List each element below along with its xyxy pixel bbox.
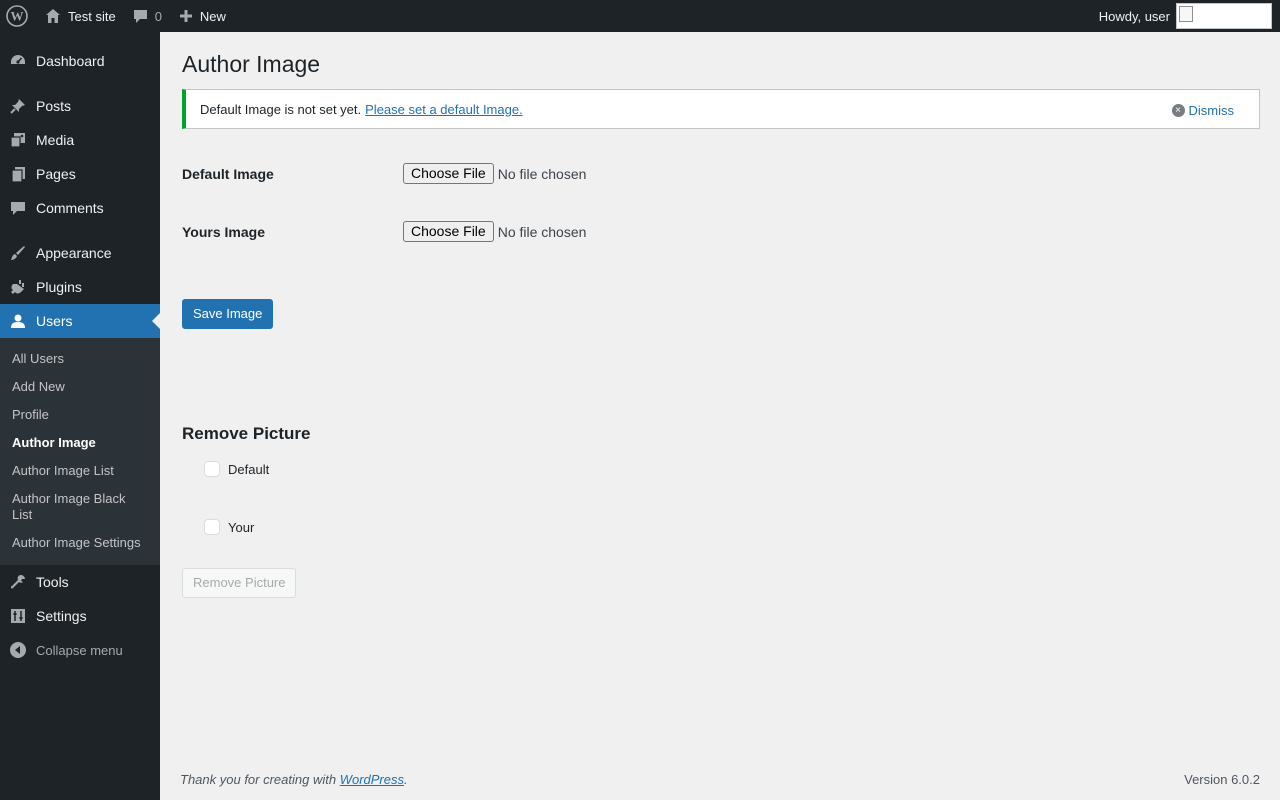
menu-label-comments: Comments (36, 200, 104, 216)
menu-item-appearance[interactable]: Appearance (0, 236, 160, 270)
menu-item-pages[interactable]: Pages (0, 157, 160, 191)
remove-default-option: Default (204, 461, 269, 477)
users-submenu: All Users Add New Profile Author Image A… (0, 338, 160, 565)
comment-icon (132, 8, 149, 25)
admin-bar: W Test site 0 New Howdy, user (0, 0, 1280, 32)
settings-icon (8, 606, 28, 626)
avatar[interactable] (1176, 3, 1272, 29)
wordpress-logo-button[interactable]: W (0, 0, 36, 32)
comments-count: 0 (154, 8, 162, 24)
menu-label-users: Users (36, 313, 73, 329)
footer-version: Version 6.0.2 (1184, 772, 1260, 787)
collapse-menu-button[interactable]: Collapse menu (0, 633, 160, 667)
collapse-arrow-icon (8, 640, 28, 660)
menu-label-settings: Settings (36, 608, 87, 624)
menu-label-plugins: Plugins (36, 279, 82, 295)
remove-default-checkbox[interactable] (204, 461, 220, 477)
menu-item-tools[interactable]: Tools (0, 565, 160, 599)
page-title: Author Image (182, 51, 321, 77)
paintbrush-icon (8, 243, 28, 263)
menu-item-settings[interactable]: Settings (0, 599, 160, 633)
menu-label-appearance: Appearance (36, 245, 112, 261)
default-image-row: Default Image Choose File No file chosen (182, 163, 586, 184)
remove-picture-heading: Remove Picture (182, 424, 311, 443)
menu-label-dashboard: Dashboard (36, 53, 105, 69)
pin-icon (8, 96, 28, 116)
menu-label-posts: Posts (36, 98, 72, 114)
submenu-item-author-image-settings[interactable]: Author Image Settings (0, 529, 160, 557)
new-label: New (199, 8, 226, 24)
comment-icon (8, 198, 28, 218)
submenu-item-profile[interactable]: Profile (0, 401, 160, 429)
save-image-button[interactable]: Save Image (182, 299, 274, 329)
dismiss-label: Dismiss (1188, 103, 1235, 118)
menu-label-media: Media (36, 132, 75, 148)
remove-your-label: Your (228, 519, 255, 535)
wrench-icon (8, 572, 28, 592)
default-image-label: Default Image (182, 165, 274, 182)
yours-image-choose-file-button[interactable]: Choose File (403, 221, 494, 242)
notice-text: Default Image is not set yet. (200, 101, 362, 117)
pages-icon (8, 164, 28, 184)
default-image-file-status: No file chosen (497, 165, 587, 182)
close-icon: × (1171, 104, 1185, 117)
site-name-link[interactable]: Test site (36, 0, 124, 32)
footer-thanks: Thank you for creating with WordPress. (180, 772, 408, 787)
yours-image-file-status: No file chosen (497, 223, 587, 240)
yours-image-label: Yours Image (182, 223, 265, 240)
remove-default-label: Default (228, 461, 270, 477)
dashboard-icon (8, 51, 28, 71)
menu-item-posts[interactable]: Posts (0, 89, 160, 123)
collapse-menu-label: Collapse menu (36, 642, 123, 658)
submenu-item-author-image-list[interactable]: Author Image List (0, 457, 160, 485)
admin-sidebar: Dashboard Posts Media Pages Comments App… (0, 32, 160, 800)
main-content: Author Image Default Image is not set ye… (160, 32, 1280, 800)
users-icon (8, 311, 28, 331)
submenu-item-author-image-black-list[interactable]: Author Image Black List (0, 485, 160, 529)
new-content-button[interactable]: New (170, 0, 234, 32)
menu-item-users[interactable]: Users (0, 304, 160, 338)
plugin-icon (8, 277, 28, 297)
remove-your-checkbox[interactable] (204, 519, 220, 535)
site-name: Test site (68, 8, 116, 24)
menu-item-plugins[interactable]: Plugins (0, 270, 160, 304)
menu-label-pages: Pages (36, 166, 76, 182)
wordpress-logo-icon: W (6, 5, 28, 27)
remove-your-option: Your (204, 519, 254, 535)
submenu-item-add-new[interactable]: Add New (0, 373, 160, 401)
comments-link[interactable]: 0 (124, 0, 170, 32)
footer-thanks-prefix: Thank you for creating with (180, 772, 337, 787)
svg-text:W: W (11, 9, 24, 24)
broken-image-icon (1179, 6, 1193, 22)
submenu-item-author-image[interactable]: Author Image (0, 429, 160, 457)
footer-thanks-suffix: . (404, 772, 408, 787)
wordpress-link[interactable]: WordPress (340, 772, 404, 787)
plus-icon (178, 8, 194, 24)
menu-label-tools: Tools (36, 574, 69, 590)
howdy-user-link[interactable]: Howdy, user (1091, 9, 1176, 24)
dismiss-button[interactable]: × Dismiss (1171, 103, 1235, 118)
yours-image-row: Yours Image Choose File No file chosen (182, 221, 586, 242)
menu-item-media[interactable]: Media (0, 123, 160, 157)
notice-banner: Default Image is not set yet. Please set… (182, 89, 1260, 129)
home-icon (44, 7, 62, 25)
menu-item-comments[interactable]: Comments (0, 191, 160, 225)
menu-item-dashboard[interactable]: Dashboard (0, 44, 160, 78)
remove-picture-button[interactable]: Remove Picture (182, 568, 297, 598)
default-image-choose-file-button[interactable]: Choose File (403, 163, 494, 184)
set-default-image-link[interactable]: Please set a default Image. (365, 102, 523, 117)
media-icon (8, 130, 28, 150)
submenu-item-all-users[interactable]: All Users (0, 345, 160, 373)
